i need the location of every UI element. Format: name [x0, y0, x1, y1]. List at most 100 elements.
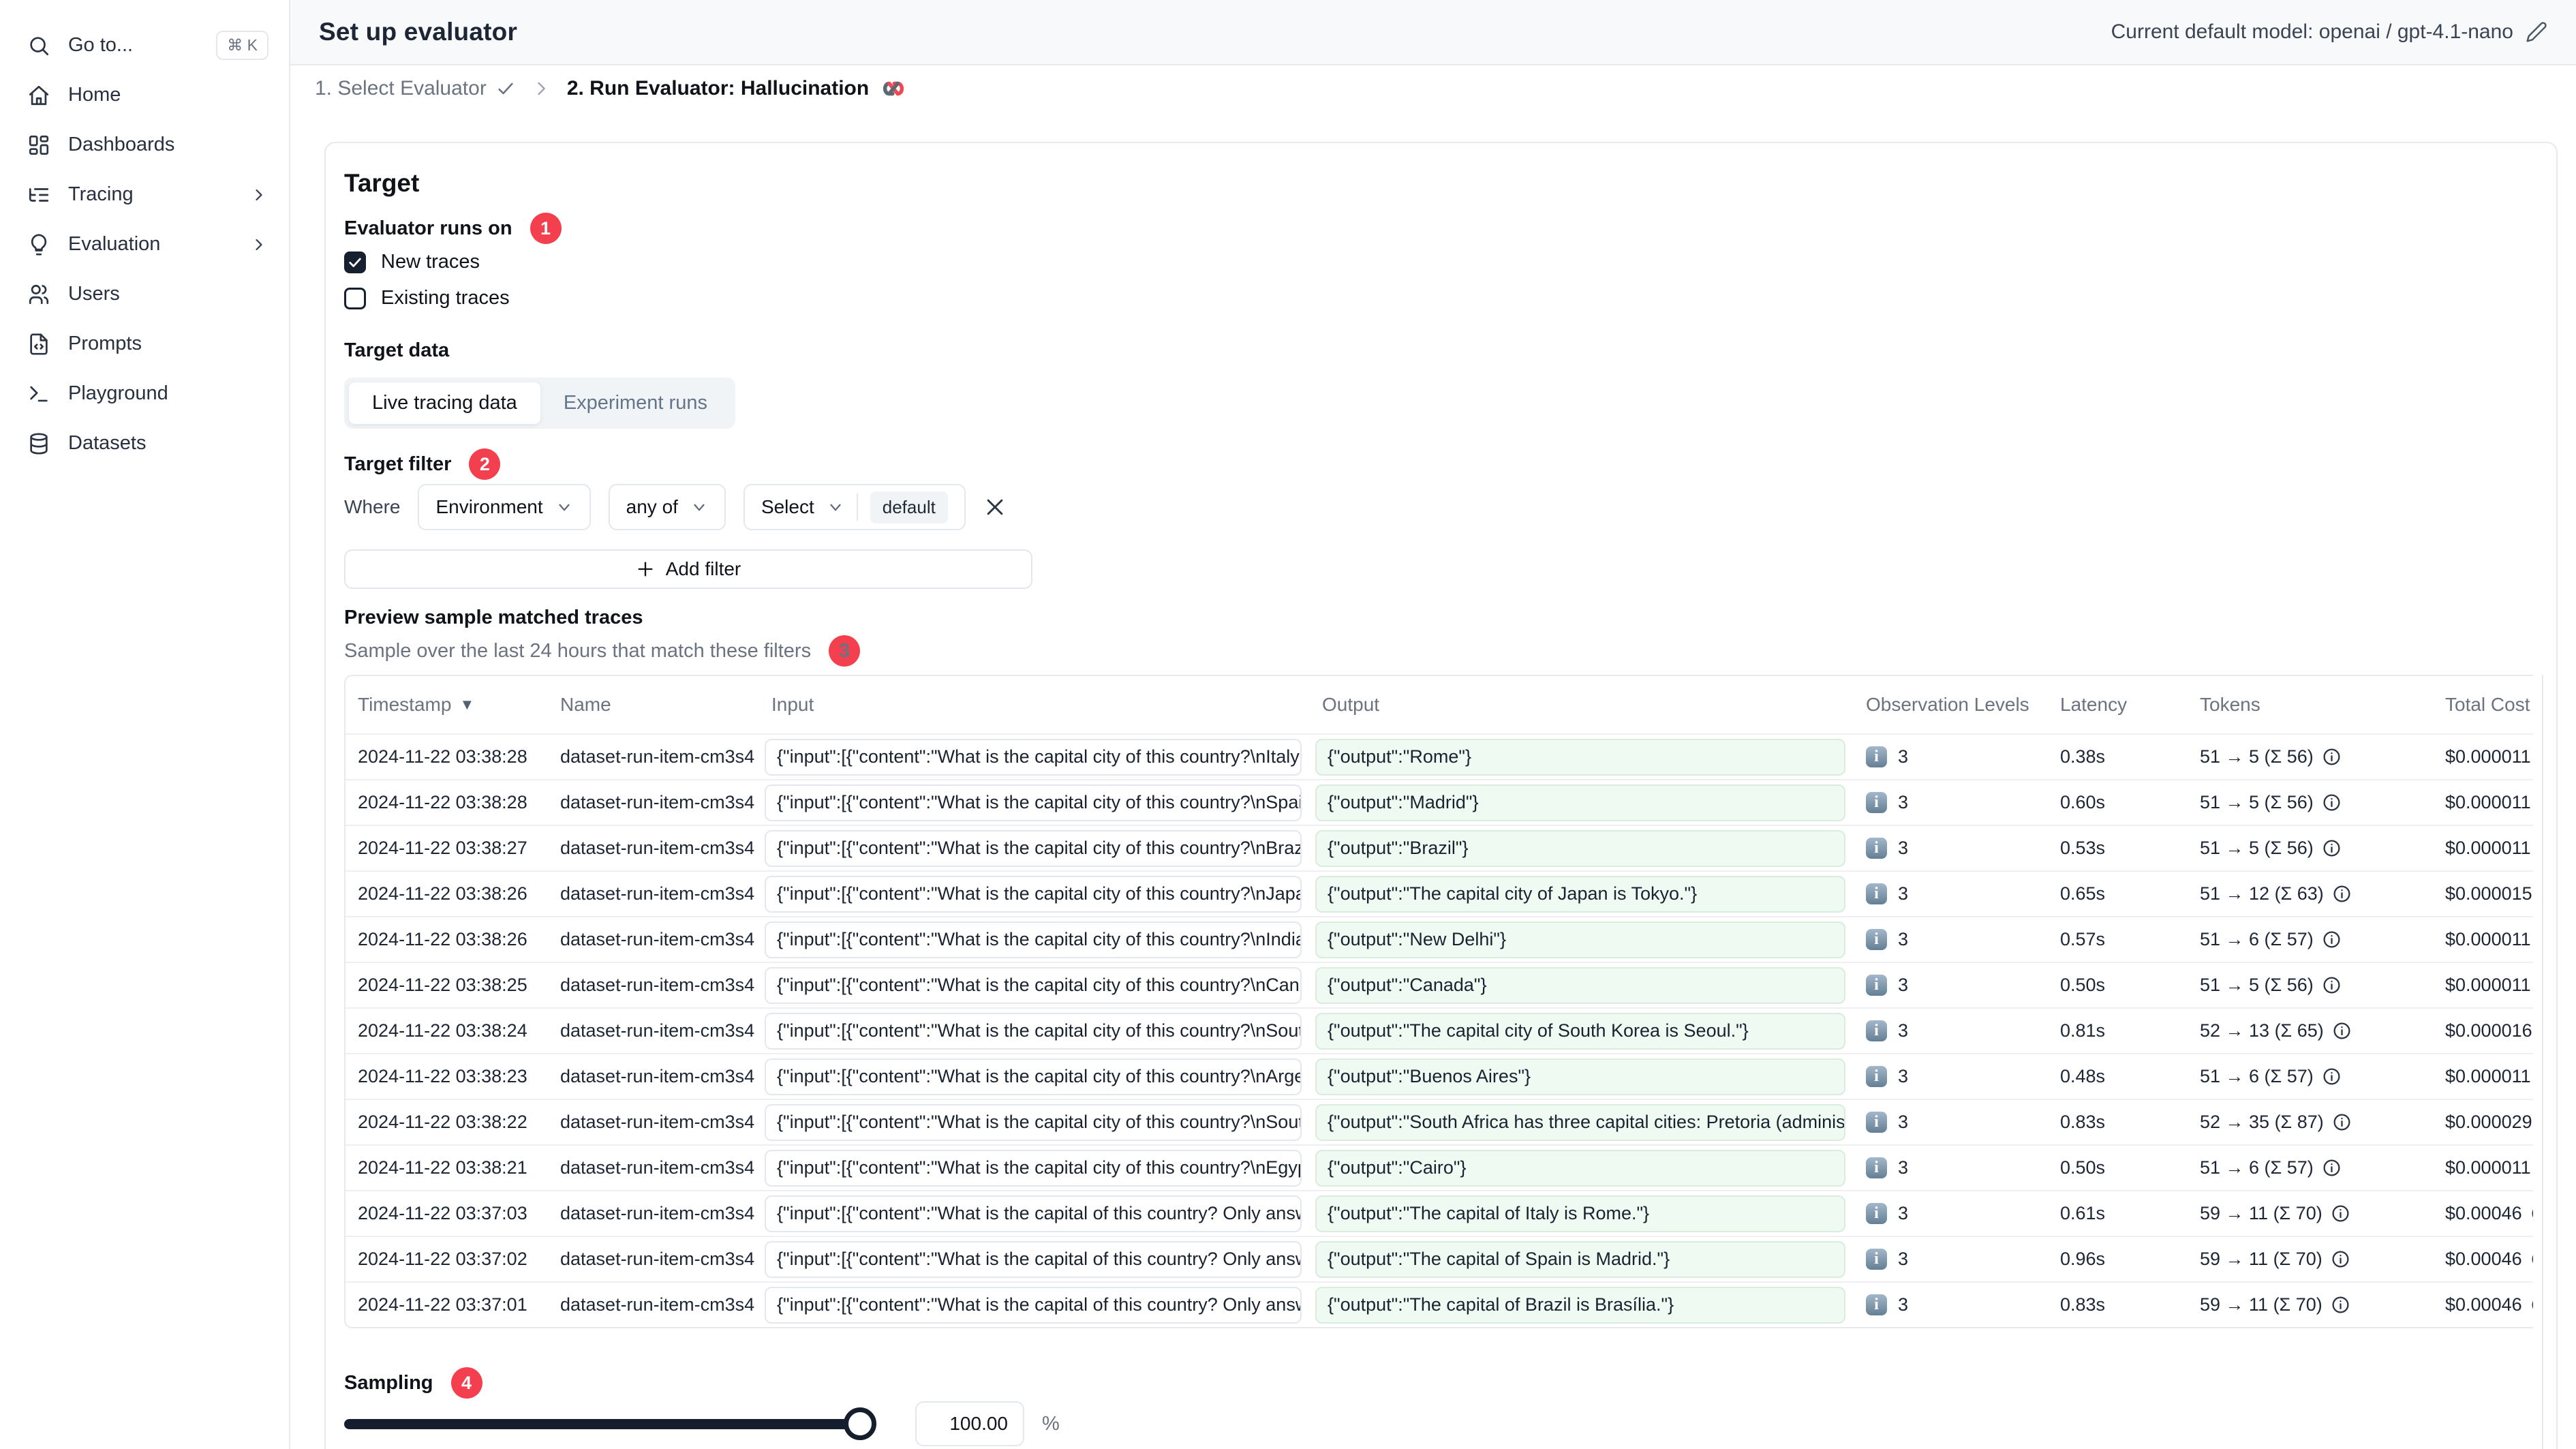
output-preview[interactable]: {"output":"New Delhi"}	[1315, 921, 1845, 958]
default-model-setting[interactable]: Current default model: openai / gpt-4.1-…	[2111, 20, 2547, 44]
output-preview[interactable]: {"output":"The capital city of Japan is …	[1315, 875, 1845, 913]
cell-observation-levels: i3	[1854, 1066, 2048, 1087]
breadcrumb-step-select-evaluator[interactable]: 1. Select Evaluator	[315, 77, 515, 100]
cell-timestamp: 2024-11-22 03:38:23	[358, 1066, 527, 1086]
column-header-name[interactable]: Name	[548, 694, 759, 716]
info-icon[interactable]	[2530, 1204, 2533, 1223]
playground-icon	[27, 382, 50, 406]
top-bar: Set up evaluator Current default model: …	[290, 0, 2576, 65]
info-icon[interactable]	[2331, 1204, 2350, 1223]
table-row[interactable]: 2024-11-22 03:38:26 dataset-run-item-cm3s…	[346, 870, 2533, 916]
table-row[interactable]: 2024-11-22 03:38:23 dataset-run-item-cm3s…	[346, 1053, 2533, 1099]
table-row[interactable]: 2024-11-22 03:38:24 dataset-run-item-cm3s…	[346, 1007, 2533, 1053]
slider-handle[interactable]	[844, 1407, 876, 1440]
cell-tokens: 59 → 11 (Σ 70)	[2188, 1203, 2433, 1224]
table-row[interactable]: 2024-11-22 03:38:26 dataset-run-item-cm3s…	[346, 916, 2533, 962]
output-preview[interactable]: {"output":"The capital of Italy is Rome.…	[1315, 1195, 1845, 1232]
input-preview[interactable]: {"input":[{"content":"What is the capita…	[765, 738, 1302, 776]
column-header-observation-levels[interactable]: Observation Levels	[1854, 694, 2048, 716]
input-preview[interactable]: {"input":[{"content":"What is the capita…	[765, 921, 1302, 958]
table-scrollbar[interactable]	[2542, 675, 2543, 1449]
checkbox-box[interactable]	[344, 251, 366, 273]
input-preview[interactable]: {"input":[{"content":"What is the capita…	[765, 1103, 1302, 1141]
table-row[interactable]: 2024-11-22 03:38:28 dataset-run-item-cm3s…	[346, 779, 2533, 825]
column-header-total-cost[interactable]: Total Cost	[2433, 694, 2533, 716]
info-icon[interactable]	[2322, 1067, 2342, 1086]
input-preview[interactable]: {"input":[{"content":"What is the capita…	[765, 966, 1302, 1004]
output-preview[interactable]: {"output":"The capital of Brazil is Bras…	[1315, 1286, 1845, 1324]
table-row[interactable]: 2024-11-22 03:38:27 dataset-run-item-cm3s…	[346, 825, 2533, 870]
info-icon[interactable]	[2332, 1112, 2352, 1132]
info-icon[interactable]	[2322, 838, 2342, 858]
column-header-tokens[interactable]: Tokens	[2188, 694, 2433, 716]
table-row[interactable]: 2024-11-22 03:37:03 dataset-run-item-cm3s…	[346, 1190, 2533, 1236]
output-preview[interactable]: {"output":"Brazil"}	[1315, 829, 1845, 867]
remove-filter-icon[interactable]	[983, 495, 1007, 519]
table-row[interactable]: 2024-11-22 03:38:25 dataset-run-item-cm3s…	[346, 962, 2533, 1007]
info-icon[interactable]	[2530, 1249, 2533, 1269]
input-preview[interactable]: {"input":[{"content":"What is the capita…	[765, 1058, 1302, 1095]
filter-value-select[interactable]: Select default	[743, 484, 966, 530]
info-icon[interactable]	[2331, 1295, 2350, 1315]
table-row[interactable]: 2024-11-22 03:37:01 dataset-run-item-cm3s…	[346, 1281, 2533, 1327]
sampling-slider[interactable]	[344, 1401, 876, 1446]
tab-experiment-runs[interactable]: Experiment runs	[540, 382, 731, 424]
info-icon[interactable]	[2530, 1295, 2533, 1315]
output-preview[interactable]: {"output":"Cairo"}	[1315, 1149, 1845, 1187]
checkbox-new-traces[interactable]: New traces	[344, 251, 510, 273]
info-icon[interactable]	[2332, 1021, 2352, 1041]
sidebar-item-dashboards[interactable]: Dashboards	[0, 120, 289, 170]
column-header-input[interactable]: Input	[759, 694, 1310, 716]
output-preview[interactable]: {"output":"The capital city of South Kor…	[1315, 1012, 1845, 1050]
info-icon[interactable]	[2322, 930, 2342, 949]
input-preview[interactable]: {"input":[{"content":"What is the capita…	[765, 1012, 1302, 1050]
cell-timestamp: 2024-11-22 03:38:28	[358, 746, 527, 767]
checkbox-existing-traces[interactable]: Existing traces	[344, 287, 510, 309]
sampling-value-input[interactable]: 100.00	[915, 1401, 1024, 1446]
output-preview[interactable]: {"output":"The capital of Spain is Madri…	[1315, 1240, 1845, 1278]
input-preview[interactable]: {"input":[{"content":"What is the capita…	[765, 784, 1302, 821]
table-row[interactable]: 2024-11-22 03:38:28 dataset-run-item-cm3s…	[346, 733, 2533, 779]
sidebar-item-prompts[interactable]: Prompts	[0, 319, 289, 369]
info-icon[interactable]	[2332, 884, 2352, 904]
table-row[interactable]: 2024-11-22 03:37:02 dataset-run-item-cm3s…	[346, 1236, 2533, 1281]
column-header-output[interactable]: Output	[1310, 694, 1854, 716]
cell-timestamp: 2024-11-22 03:38:28	[358, 792, 527, 812]
info-icon[interactable]	[2322, 747, 2342, 767]
table-row[interactable]: 2024-11-22 03:38:22 dataset-run-item-cm3s…	[346, 1099, 2533, 1144]
sidebar-item-users[interactable]: Users	[0, 269, 289, 319]
input-preview[interactable]: {"input":[{"content":"What is the capita…	[765, 1195, 1302, 1232]
info-icon[interactable]	[2322, 975, 2342, 995]
column-header-latency[interactable]: Latency	[2048, 694, 2188, 716]
input-preview[interactable]: {"input":[{"content":"What is the capita…	[765, 1149, 1302, 1187]
add-filter-button[interactable]: Add filter	[344, 549, 1032, 589]
sidebar-item-home[interactable]: Home	[0, 70, 289, 120]
sidebar-item-tracing[interactable]: Tracing	[0, 170, 289, 219]
input-preview[interactable]: {"input":[{"content":"What is the capita…	[765, 1240, 1302, 1278]
sidebar-item-datasets[interactable]: Datasets	[0, 418, 289, 468]
cell-name: dataset-run-item-cm3s4	[560, 975, 755, 995]
checkbox-box[interactable]	[344, 287, 366, 309]
output-preview[interactable]: {"output":"Canada"}	[1315, 966, 1845, 1004]
output-preview[interactable]: {"output":"Buenos Aires"}	[1315, 1058, 1845, 1095]
sidebar-item-playground[interactable]: Playground	[0, 369, 289, 418]
table-row[interactable]: 2024-11-22 03:38:21 dataset-run-item-cm3s…	[346, 1144, 2533, 1190]
output-preview[interactable]: {"output":"Rome"}	[1315, 738, 1845, 776]
column-header-timestamp[interactable]: Timestamp ▼	[346, 694, 548, 716]
sidebar-item-evaluation[interactable]: Evaluation	[0, 219, 289, 269]
edit-pencil-icon[interactable]	[2526, 21, 2547, 43]
checkbox-label: New traces	[381, 251, 480, 273]
input-preview[interactable]: {"input":[{"content":"What is the capita…	[765, 875, 1302, 913]
info-icon[interactable]	[2322, 1158, 2342, 1178]
output-preview[interactable]: {"output":"Madrid"}	[1315, 784, 1845, 821]
input-preview[interactable]: {"input":[{"content":"What is the capita…	[765, 829, 1302, 867]
tab-live-tracing-data[interactable]: Live tracing data	[349, 382, 540, 424]
output-preview[interactable]: {"output":"South Africa has three capita…	[1315, 1103, 1845, 1141]
filter-column-select[interactable]: Environment	[418, 484, 591, 530]
input-preview[interactable]: {"input":[{"content":"What is the capita…	[765, 1286, 1302, 1324]
filter-operator-select[interactable]: any of	[608, 484, 726, 530]
info-icon[interactable]	[2322, 793, 2342, 812]
slider-track[interactable]	[344, 1418, 861, 1429]
info-icon[interactable]	[2331, 1249, 2350, 1269]
sidebar-item-go-to[interactable]: Go to... ⌘ K	[0, 20, 289, 70]
